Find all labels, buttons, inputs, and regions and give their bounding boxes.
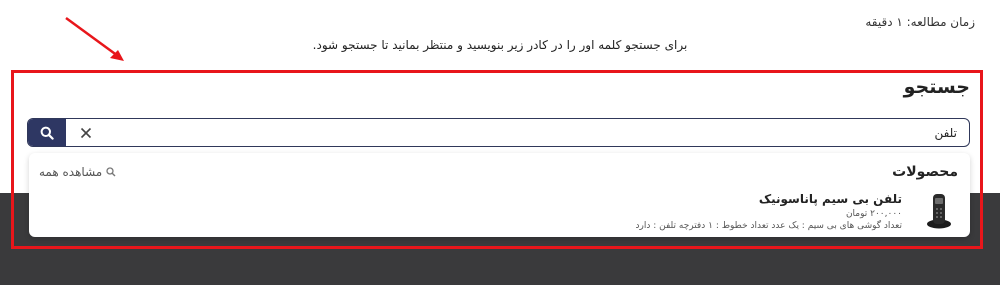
cordless-phone-thumbnail	[927, 194, 951, 229]
product-description: تعداد گوشی های بی سیم : یک عدد تعداد خطو…	[635, 221, 903, 231]
annotation-arrow-icon	[65, 16, 124, 61]
reading-time: زمان مطالعه: ۱ دقیقه	[865, 15, 975, 29]
results-heading: محصولات	[892, 164, 958, 180]
search-title: جستجو	[903, 76, 970, 98]
search-button[interactable]	[28, 119, 66, 146]
search-bar	[27, 118, 970, 147]
close-icon	[80, 127, 92, 138]
search-instruction: برای جستجو کلمه اور را در کادر زیر بنویس…	[312, 38, 688, 52]
product-name: تلفن بی سیم پاناسونیک	[758, 192, 902, 206]
search-icon	[40, 126, 54, 140]
view-all-link[interactable]: مشاهده همه	[39, 165, 116, 179]
product-result-item[interactable]: تلفن بی سیم پاناسونیک ۲۰۰,۰۰۰ تومان تعدا…	[29, 187, 970, 235]
search-results-dropdown: محصولات مشاهده همه تلفن بی سیم پاناسونیک…	[29, 153, 970, 237]
product-price: ۲۰۰,۰۰۰ تومان	[845, 209, 902, 219]
clear-button[interactable]	[74, 121, 98, 144]
search-icon	[106, 167, 116, 177]
view-all-label: مشاهده همه	[39, 165, 103, 179]
search-input[interactable]	[357, 121, 957, 144]
